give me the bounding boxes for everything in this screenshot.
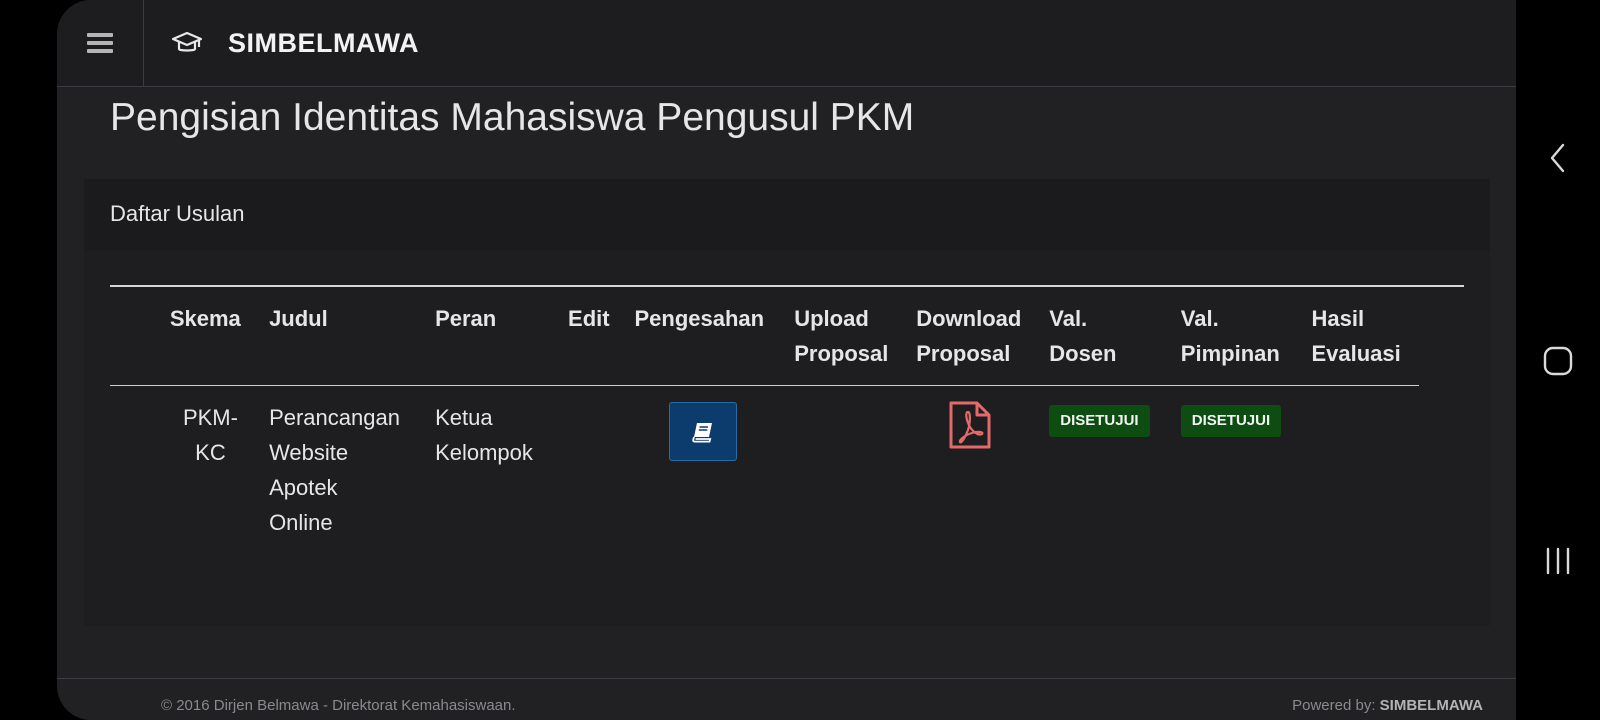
table-header-row: hun Skema Judul Peran Edit Pengesahan Up… (110, 287, 1419, 386)
powered-by-brand[interactable]: SIMBELMAWA (1380, 697, 1483, 714)
home-square-icon (1543, 346, 1573, 376)
brand[interactable]: SIMBELMAWA (170, 22, 419, 64)
home-button[interactable] (1538, 341, 1578, 381)
powered-by-text: Powered by: SIMBELMAWA (1292, 697, 1483, 714)
table-scroll-container[interactable]: hun Skema Judul Peran Edit Pengesahan Up… (110, 285, 1464, 587)
app-screen: SIMBELMAWA Pengisian Identitas Mahasiswa… (57, 0, 1516, 720)
recent-apps-icon (1546, 547, 1570, 575)
column-header-upload-proposal: Upload Proposal (794, 287, 917, 386)
graduation-cap-icon (171, 31, 203, 52)
status-badge-val-pimpinan: DISETUJUI (1180, 405, 1282, 437)
chevron-left-icon (1550, 143, 1565, 173)
cell-tahun: 023 (110, 386, 170, 541)
panel-body: hun Skema Judul Peran Edit Pengesahan Up… (84, 251, 1490, 626)
cell-skema: PKM- KC (182, 405, 238, 465)
cell-edit (568, 386, 634, 541)
column-header-download-proposal: Download Proposal (916, 287, 1050, 386)
cell-hasil-evaluasi (1311, 386, 1419, 541)
panel-heading: Daftar Usulan (110, 201, 245, 226)
cell-peran: Ketua Kelompok (435, 405, 533, 465)
column-header-edit: Edit (568, 287, 635, 386)
table-row: 023 PKM-KC PerancanganWebsiteApotekOnlin… (110, 386, 1419, 541)
column-header-hasil-evaluasi: Hasil Evaluasi (1311, 287, 1419, 386)
column-header-skema[interactable]: Skema (169, 287, 270, 386)
status-badge-val-dosen: DISETUJUI (1049, 405, 1150, 437)
cell-download-proposal (916, 386, 1049, 541)
pdf-file-icon[interactable] (948, 400, 992, 460)
cell-val-pimpinan: DISETUJUI (1180, 386, 1312, 541)
column-header-tahun[interactable]: hun (110, 287, 170, 386)
cell-judul: Perancangan Website Apotek Online (269, 405, 400, 535)
hamburger-menu-icon (87, 29, 113, 57)
column-header-val-pimpinan: Val. Pimpinan (1180, 287, 1312, 386)
top-navbar: SIMBELMAWA (57, 0, 1516, 87)
recent-apps-button[interactable] (1538, 541, 1578, 581)
back-button[interactable] (1538, 138, 1578, 178)
proposals-panel: Daftar Usulan hun Skema Judul Peran Edit… (84, 179, 1490, 626)
column-header-val-dosen: Val. Dosen (1049, 287, 1181, 386)
system-navigation-bar (1516, 0, 1600, 720)
column-header-judul[interactable]: Judul (269, 287, 436, 386)
cell-pengesahan (635, 386, 795, 541)
footer: © 2016 Dirjen Belmawa - Direktorat Kemah… (57, 678, 1516, 720)
column-header-pengesahan: Pengesahan (634, 287, 795, 386)
menu-button[interactable] (57, 0, 144, 86)
book-icon (691, 422, 712, 442)
page-title: Pengisian Identitas Mahasiswa Pengusul P… (110, 96, 915, 139)
brand-name: SIMBELMAWA (228, 27, 419, 58)
cell-upload-proposal (794, 386, 916, 541)
cell-val-dosen: DISETUJUI (1049, 386, 1181, 541)
pengesahan-button[interactable] (668, 402, 737, 461)
column-header-peran[interactable]: Peran (435, 287, 569, 386)
proposals-table: hun Skema Judul Peran Edit Pengesahan Up… (110, 287, 1419, 540)
copyright-text: © 2016 Dirjen Belmawa - Direktorat Kemah… (161, 697, 516, 714)
